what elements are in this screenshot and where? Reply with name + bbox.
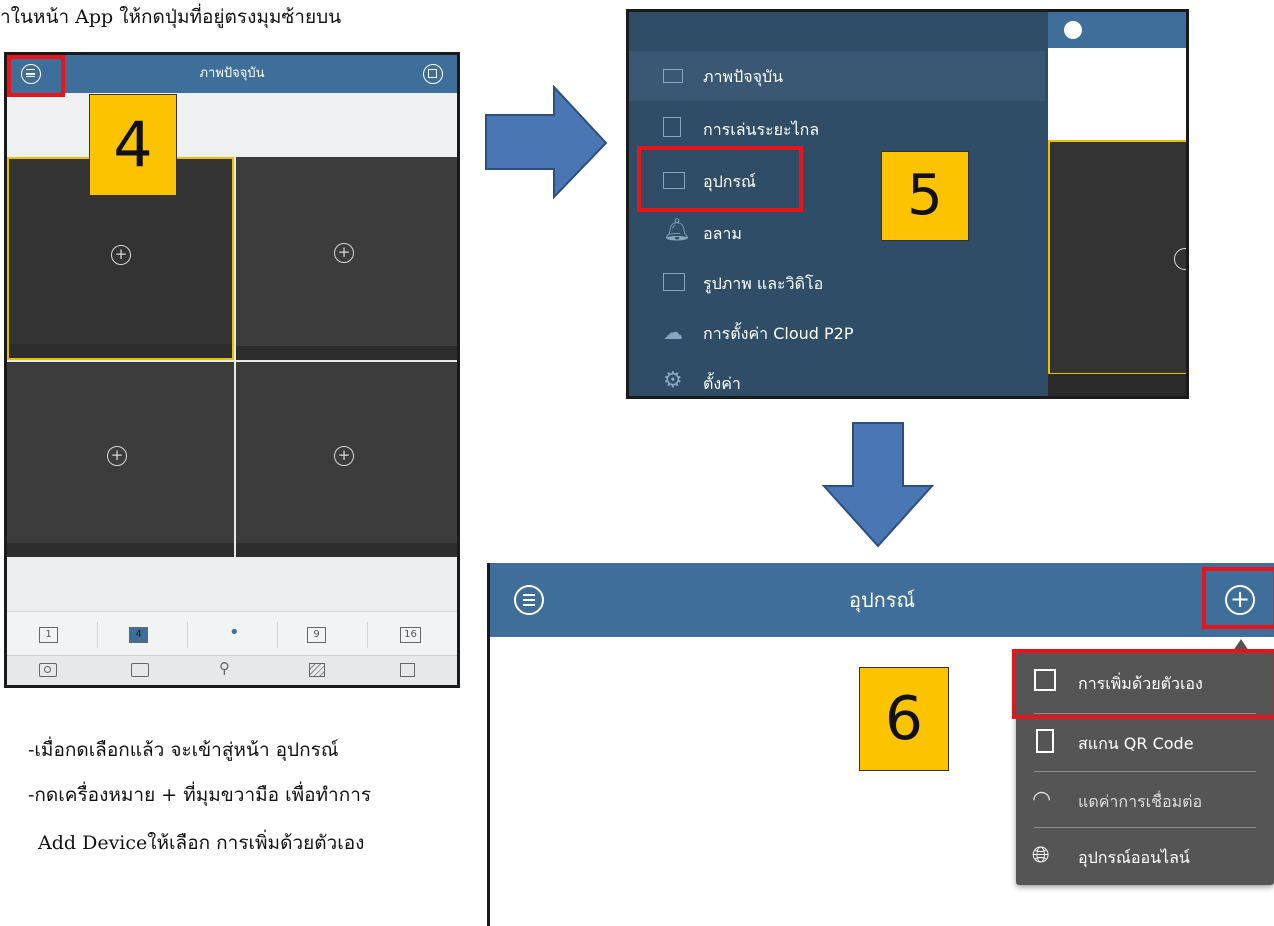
step-5-label: 5: [881, 151, 969, 241]
picture-icon: [663, 272, 685, 296]
add-camera-icon[interactable]: +: [334, 243, 354, 263]
video-cell-3[interactable]: +: [7, 362, 234, 557]
split-mode-button[interactable]: [423, 64, 443, 84]
arrow-right: [485, 85, 608, 200]
ptz-icon[interactable]: ⚲: [219, 659, 230, 677]
close-all-icon[interactable]: [400, 663, 415, 677]
manual-add-highlight: [1012, 649, 1274, 719]
step-6-label: 6: [859, 667, 949, 771]
devices-screen: อุปกรณ์ + 6 การเพิ่มด้วยตัวเอง สแกน QR C…: [487, 563, 1274, 926]
step-4-label: 4: [89, 94, 177, 196]
instruction-line-3: Add Deviceให้เลือก การเพิ่มด้วยตัวเอง: [38, 832, 365, 854]
devices-title: อุปกรณ์: [848, 588, 916, 612]
video-cell-2[interactable]: +: [236, 157, 457, 360]
live-view-preview: [1048, 12, 1186, 396]
arrow-down: [821, 422, 935, 548]
split-selector-bar: 1 4 • 9 16: [7, 611, 457, 656]
cloud-icon: ☁: [663, 320, 683, 344]
gear-icon: ⚙: [663, 368, 683, 393]
menu-item-settings[interactable]: ⚙ ตั้งค่า: [629, 358, 1045, 396]
add-camera-icon: [1174, 248, 1186, 270]
menu-item-cloud-p2p[interactable]: ☁ การตั้งค่า Cloud P2P: [629, 308, 1045, 358]
playback-icon: [663, 117, 681, 142]
menu-item-live-view[interactable]: ภาพปัจจุบัน: [629, 51, 1045, 101]
qr-icon: [1036, 729, 1054, 753]
side-menu-screen: ภาพปัจจุบัน การเล่นระยะไกล อุปกรณ์ 🔔︎ อล…: [626, 9, 1189, 399]
split-4-button[interactable]: 4: [129, 627, 148, 643]
add-button-highlight: [1202, 567, 1274, 629]
split-9-button[interactable]: 9: [307, 627, 326, 643]
split-1-button[interactable]: 1: [39, 627, 58, 643]
live-view-spacer: [7, 93, 457, 157]
add-camera-icon[interactable]: +: [107, 446, 127, 466]
camera-icon[interactable]: [39, 663, 57, 677]
instruction-line-1: -เมื่อกดเลือกแล้ว จะเข้าสู่หน้า อุปกรณ์: [28, 739, 339, 761]
split-16-button[interactable]: 16: [400, 627, 421, 643]
live-view-title: ภาพปัจจุบัน: [199, 66, 265, 81]
devices-highlight: [637, 146, 803, 212]
popup-item-scan-qr[interactable]: สแกน QR Code: [1016, 715, 1274, 771]
bottom-toolbar: ⚲: [7, 655, 457, 685]
menu-item-pictures-videos[interactable]: รูปภาพ และวิดิโอ: [629, 258, 1045, 308]
record-icon[interactable]: [131, 663, 149, 677]
side-menu-top: [629, 12, 1045, 48]
camera-icon: [663, 64, 683, 88]
wifi-icon: ◠: [1032, 787, 1052, 812]
bell-icon: 🔔︎: [663, 218, 691, 243]
page-dot: •: [229, 622, 240, 643]
popup-item-wifi-config[interactable]: ◠ แดค่าการเชื่อมต่อ: [1016, 773, 1274, 829]
menu-button-highlight: [7, 55, 65, 97]
grid-icon: [428, 69, 437, 78]
image-quality-icon[interactable]: [309, 663, 325, 677]
top-caption: าในหน้า App ให้กดปุ่มที่อยู่ตรงมุมซ้ายบน: [0, 6, 342, 28]
add-camera-icon[interactable]: +: [111, 245, 131, 265]
globe-icon: 🌐︎: [1032, 843, 1050, 868]
live-view-screen: ภาพปัจจุบัน + + + + 1 4 • 9 16 ⚲ 4: [4, 52, 460, 688]
video-cell-4[interactable]: +: [236, 362, 457, 557]
menu-item-alarm[interactable]: 🔔︎ อลาม: [629, 208, 1045, 258]
add-camera-icon[interactable]: +: [334, 446, 354, 466]
menu-icon: [1064, 21, 1082, 39]
instruction-line-2: -กดเครื่องหมาย + ที่มุมขวามือ เพื่อทำการ: [28, 784, 372, 806]
popup-item-online-devices[interactable]: 🌐︎ อุปกรณ์ออนไลน์: [1016, 829, 1274, 885]
